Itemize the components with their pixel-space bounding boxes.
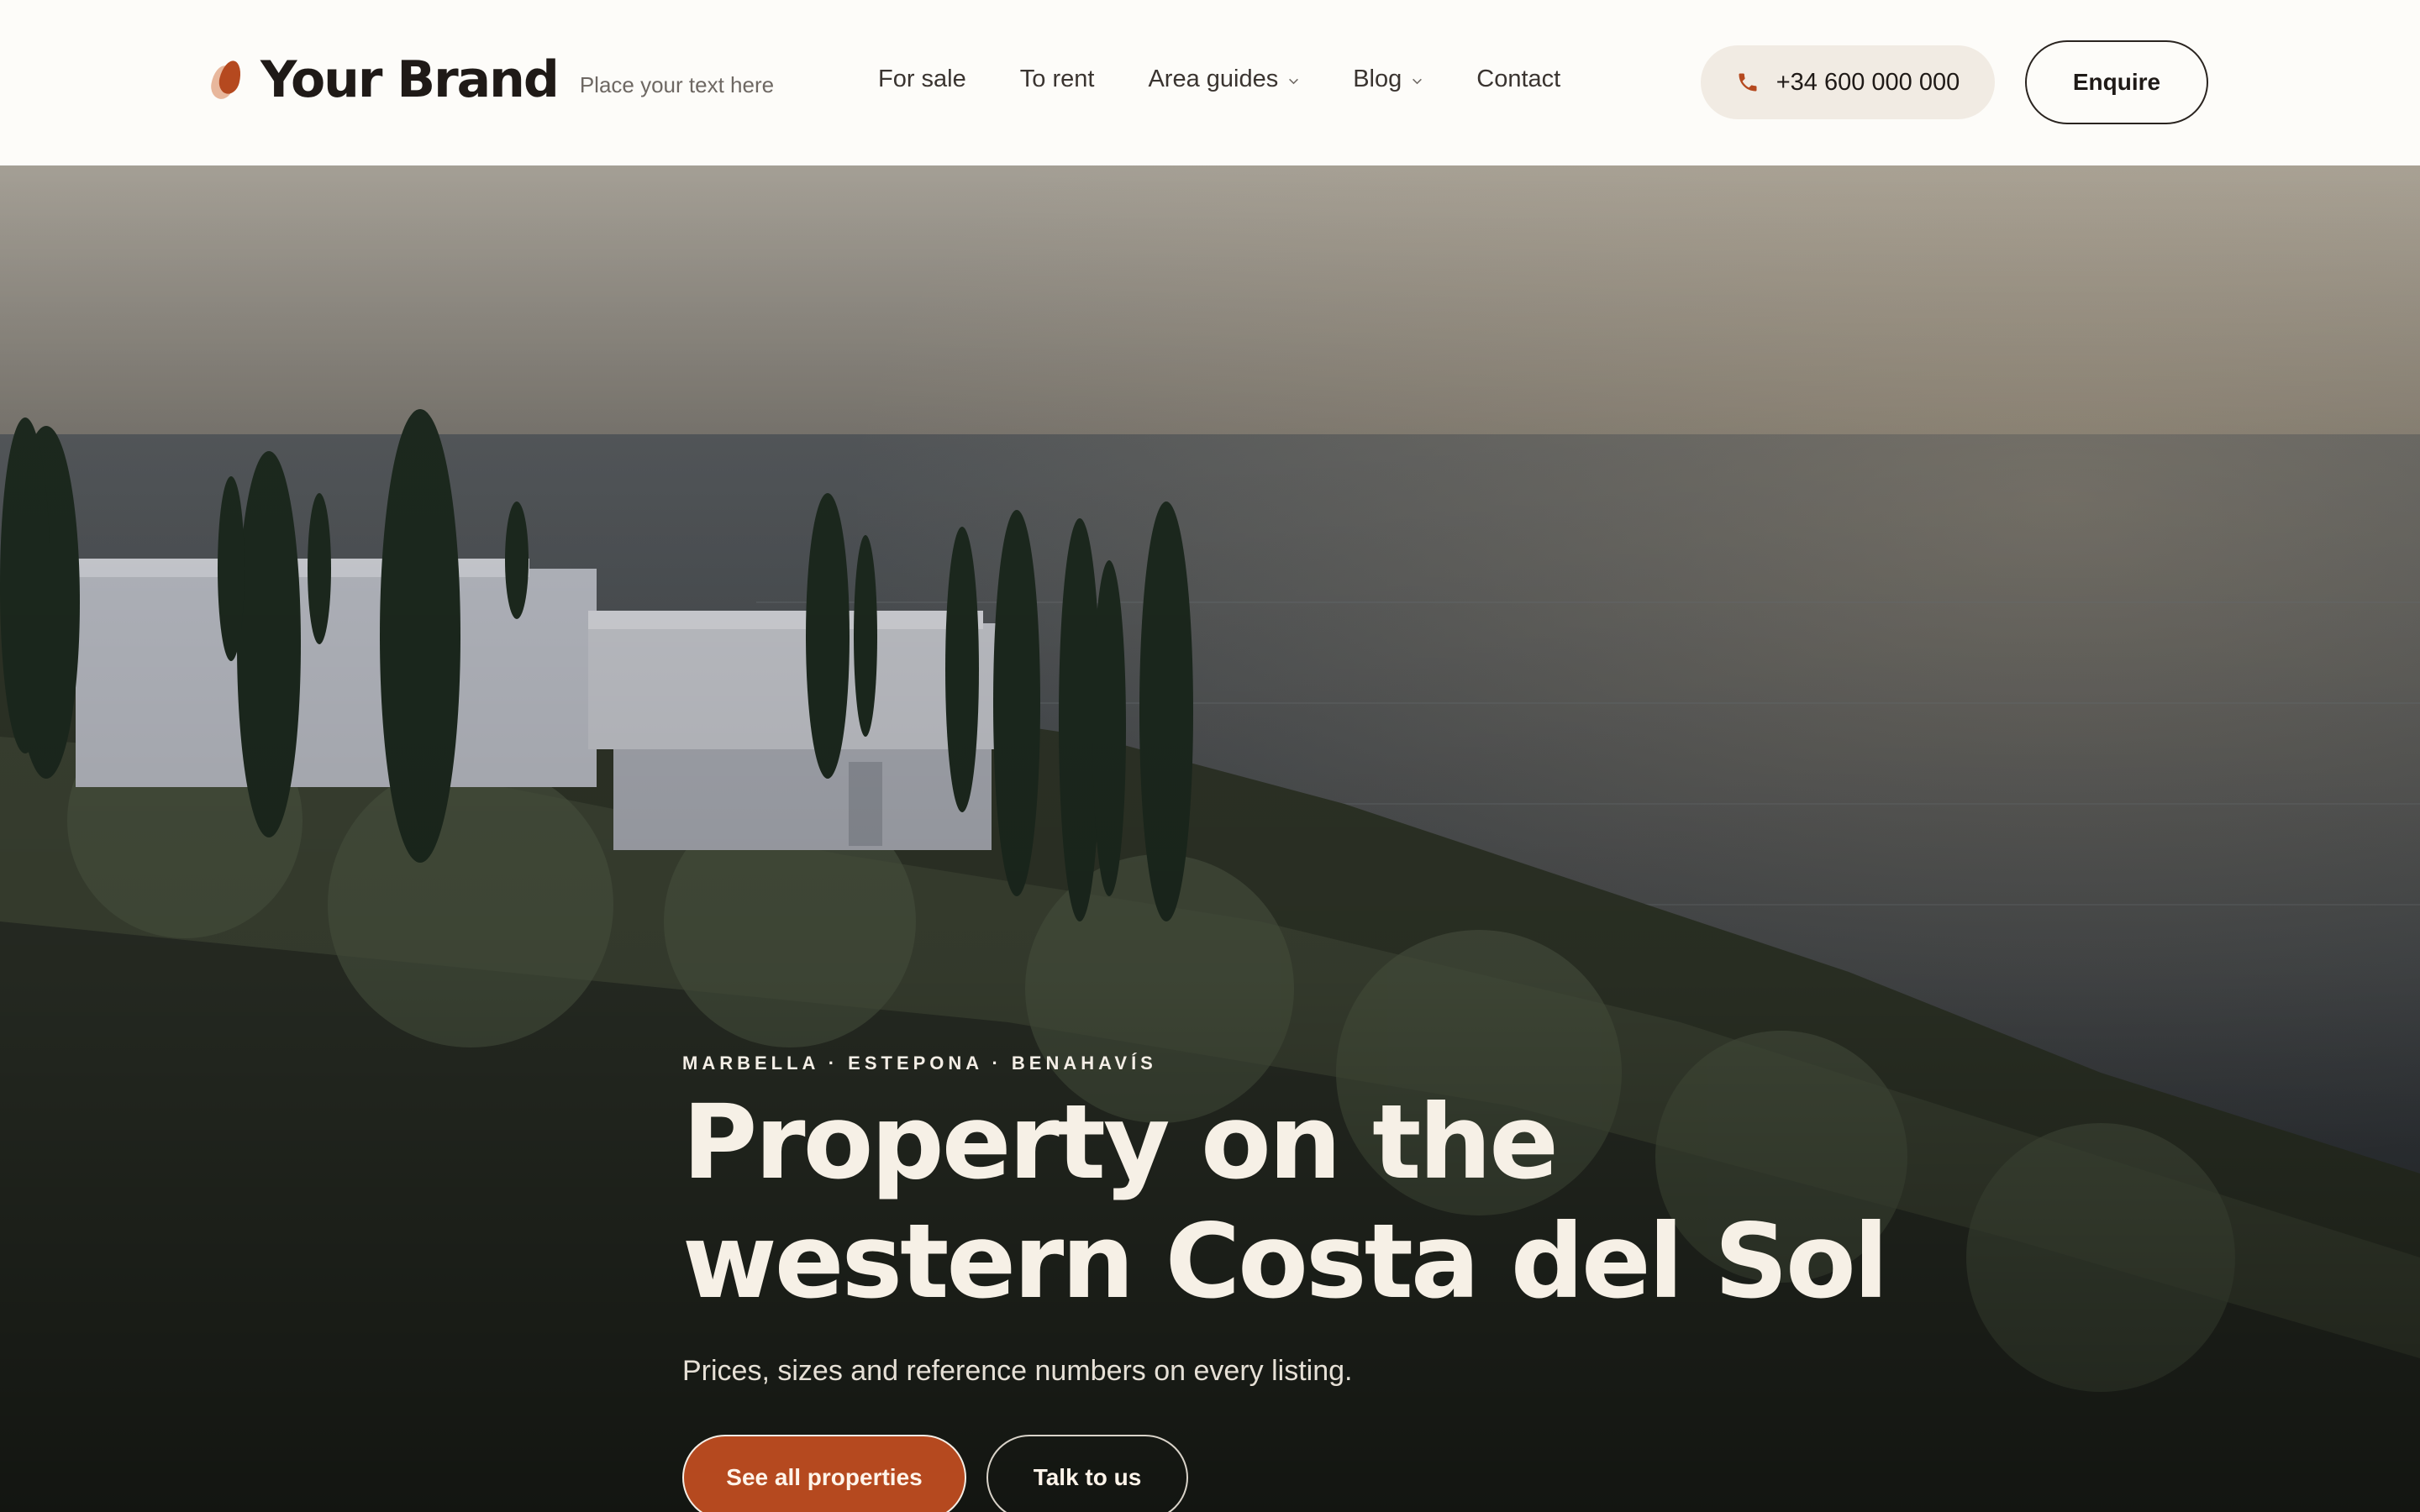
hero-subtitle: Prices, sizes and reference numbers on e… bbox=[682, 1355, 1353, 1387]
hero-section: MARBELLA · ESTEPONA · BENAHAVÍS Property… bbox=[0, 165, 2420, 1512]
hero-title-line-1: Property on the bbox=[682, 1083, 1559, 1202]
nav-item-label: For sale bbox=[878, 66, 966, 92]
nav-item-label: Contact bbox=[1476, 66, 1561, 92]
hero-eyebrow: MARBELLA · ESTEPONA · BENAHAVÍS bbox=[682, 1053, 1157, 1074]
nav-item-for-sale[interactable]: For sale bbox=[878, 66, 966, 93]
main-nav: For sale To rent Area guides Blog Contac… bbox=[878, 66, 1560, 93]
nav-item-label: Area guides bbox=[1148, 66, 1279, 92]
nav-item-area-guides[interactable]: Area guides bbox=[1148, 66, 1299, 93]
nav-item-contact[interactable]: Contact bbox=[1476, 66, 1560, 93]
nav-item-blog[interactable]: Blog bbox=[1353, 66, 1423, 93]
enquire-button[interactable]: Enquire bbox=[2025, 40, 2208, 124]
see-all-properties-button[interactable]: See all properties bbox=[682, 1435, 966, 1512]
hero-title-line-2: western Costa del Sol bbox=[682, 1202, 1889, 1321]
nav-item-to-rent[interactable]: To rent bbox=[1020, 66, 1095, 93]
nav-item-label: Blog bbox=[1353, 66, 1402, 92]
brand-tagline: Place your text here bbox=[579, 71, 775, 97]
nav-item-label: To rent bbox=[1019, 66, 1095, 92]
hero-content: MARBELLA · ESTEPONA · BENAHAVÍS Property… bbox=[682, 1053, 1943, 1512]
phone-icon bbox=[1739, 73, 1757, 92]
chevron-down-icon bbox=[1413, 78, 1423, 85]
talk-to-us-button[interactable]: Talk to us bbox=[986, 1435, 1188, 1512]
hero-actions: See all properties Talk to us bbox=[682, 1435, 1943, 1512]
brand-name: Your Brand bbox=[260, 50, 560, 109]
brand[interactable]: Your Brand Place your text here bbox=[208, 50, 775, 109]
hero-title: Property on the western Costa del Sol bbox=[682, 1083, 1943, 1321]
site-header: Your Brand Place your text here For sale… bbox=[0, 0, 2420, 165]
brand-logo-icon bbox=[208, 58, 245, 101]
phone-button[interactable]: +34 600 000 000 bbox=[1701, 45, 1995, 119]
chevron-down-icon bbox=[1289, 78, 1299, 85]
phone-number: +34 600 000 000 bbox=[1776, 68, 1960, 96]
